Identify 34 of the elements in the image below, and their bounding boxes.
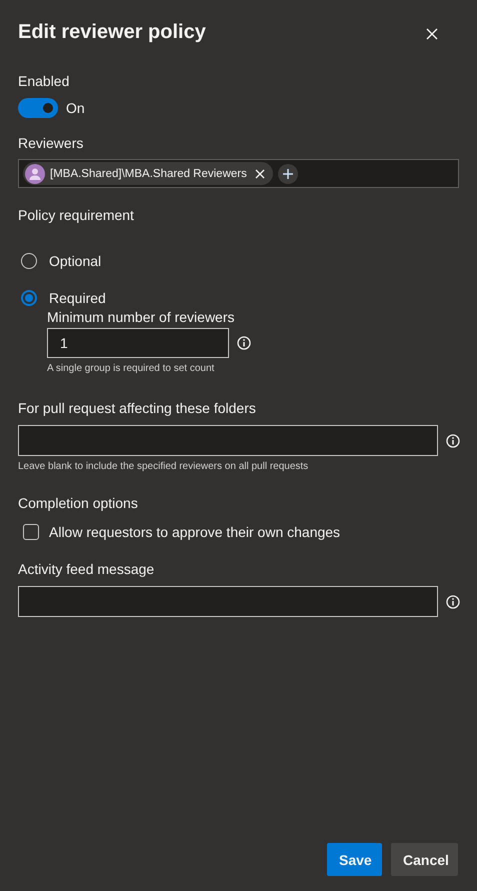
dialog-title: Edit reviewer policy [18,20,206,45]
plus-icon [282,168,293,178]
reviewers-field[interactable]: [MBA.Shared]\MBA.Shared Reviewers [18,159,459,188]
number-input[interactable]: 1 [47,328,229,358]
reviewer-chip[interactable]: [MBA.Shared]\MBA.Shared Reviewers [23,162,273,185]
info-icon[interactable] [237,336,251,350]
radio-label: Required [49,290,106,306]
checkbox-label: Allow requestors to approve their own changes [49,524,340,540]
toggle-label: On [66,100,85,116]
hint-text: A single group is required to set count [47,363,216,374]
radio-button[interactable] [21,253,37,269]
checkbox[interactable] [23,524,39,540]
cancel-button[interactable]: Cancel [391,843,458,876]
toggle-switch[interactable] [18,98,58,118]
message-input[interactable] [18,586,438,617]
info-icon[interactable] [446,434,460,448]
chip-text: [MBA.Shared]\MBA.Shared Reviewers [50,168,247,180]
radio-label: Optional [49,253,102,269]
add-button[interactable] [278,164,298,184]
field-label: Policy requirement [18,206,134,224]
save-button[interactable]: Save [327,843,382,876]
group-avatar-icon [25,164,45,184]
field-label: Enabled [18,72,70,90]
remove-icon[interactable] [254,168,265,178]
folders-input[interactable] [18,425,438,456]
info-icon[interactable] [446,594,460,608]
radio-button[interactable] [21,290,37,306]
field-label: Completion options [18,494,138,512]
close-icon[interactable] [426,28,438,40]
field-label: Minimum number of reviewers [47,308,236,326]
field-label: Activity feed message [18,560,154,578]
field-label: For pull request affecting these folders [18,399,256,417]
hint-text: Leave blank to include the specified reviewers on all pull requests [18,461,308,472]
field-label: Reviewers [18,134,84,152]
